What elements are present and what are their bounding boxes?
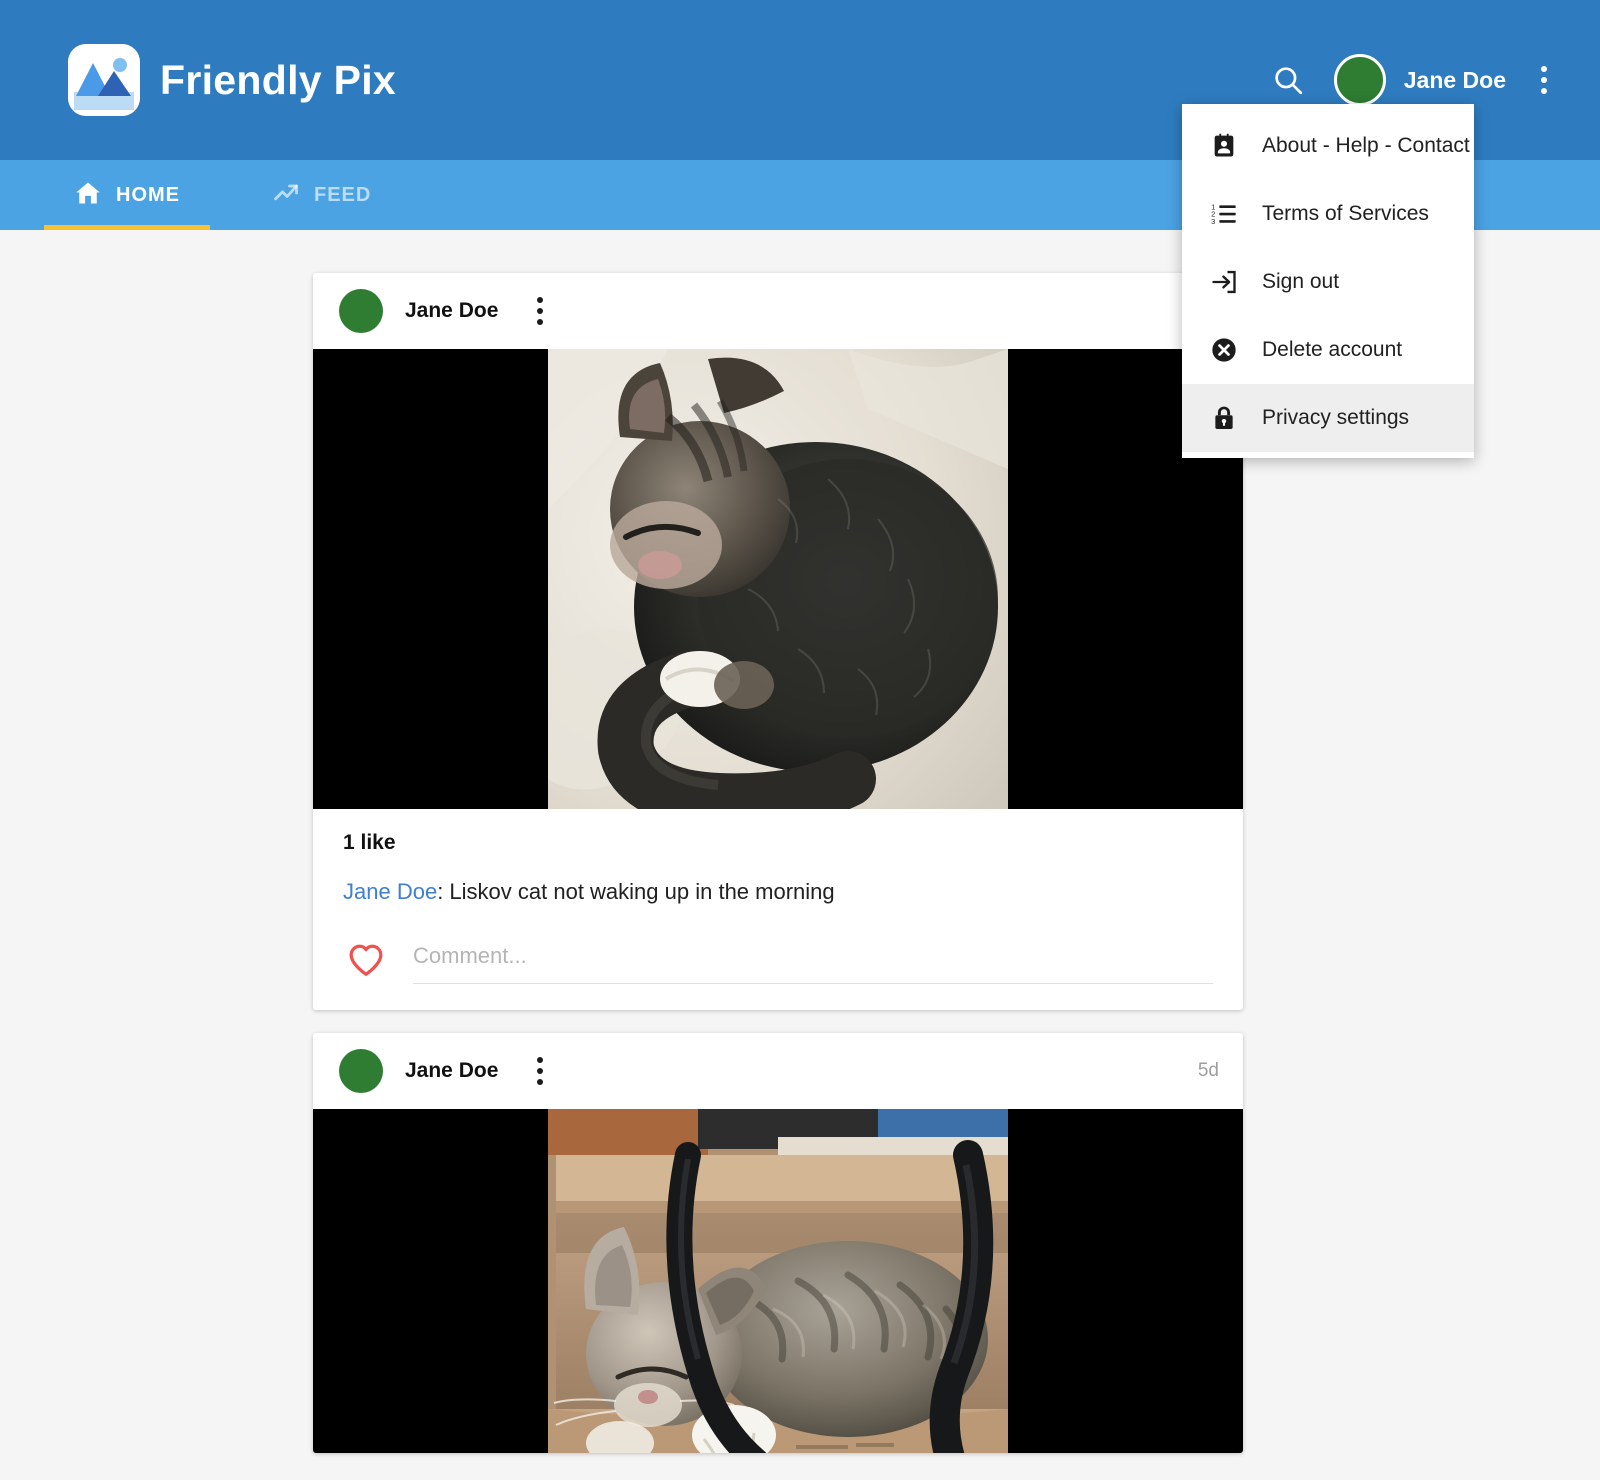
numbered-list-icon: 1 2 3 xyxy=(1208,198,1240,230)
post-caption: Jane Doe: Liskov cat not waking up in th… xyxy=(343,877,1213,907)
post-body: 1 like Jane Doe: Liskov cat not waking u… xyxy=(313,809,1243,1010)
menu-item-label: About - Help - Contact xyxy=(1262,134,1470,157)
post-author[interactable]: Jane Doe xyxy=(405,299,498,323)
search-icon[interactable] xyxy=(1264,56,1312,104)
user-name[interactable]: Jane Doe xyxy=(1404,67,1506,94)
caption-text: : Liskov cat not waking up in the mornin… xyxy=(437,879,835,904)
menu-item-sign-out[interactable]: Sign out xyxy=(1182,248,1474,316)
post-author[interactable]: Jane Doe xyxy=(405,1059,498,1083)
like-count: 1 like xyxy=(343,831,396,854)
svg-text:3: 3 xyxy=(1211,217,1215,226)
menu-item-delete-account[interactable]: Delete account xyxy=(1182,316,1474,384)
contact-badge-icon xyxy=(1208,130,1240,162)
post-more-vertical-icon[interactable] xyxy=(526,289,554,333)
tab-home[interactable]: HOME xyxy=(44,160,210,230)
photo-mountains-icon xyxy=(68,44,140,116)
close-circle-icon xyxy=(1208,334,1240,366)
post-image-inner xyxy=(548,349,1008,809)
caption-author-link[interactable]: Jane Doe xyxy=(343,879,437,904)
menu-item-label: Terms of Services xyxy=(1262,202,1429,225)
menu-item-privacy-settings[interactable]: Privacy settings xyxy=(1182,384,1474,452)
account-dropdown-menu: About - Help - Contact 1 2 3 Terms of Se… xyxy=(1182,104,1474,458)
menu-item-about-help-contact[interactable]: About - Help - Contact xyxy=(1182,112,1474,180)
home-icon xyxy=(74,179,102,212)
tab-feed-label: FEED xyxy=(314,183,372,206)
post-more-vertical-icon[interactable] xyxy=(526,1049,554,1093)
sign-out-icon xyxy=(1208,266,1240,298)
post-image[interactable] xyxy=(313,1109,1243,1453)
more-vertical-icon[interactable] xyxy=(1524,56,1564,104)
avatar[interactable] xyxy=(339,289,383,333)
tab-feed[interactable]: FEED xyxy=(250,160,393,230)
post-card: Jane Doe 1 like Jane Doe: Liskov cat not… xyxy=(313,273,1243,1010)
post-image[interactable] xyxy=(313,349,1243,809)
brand-logo-link[interactable]: Friendly Pix xyxy=(68,44,396,116)
post-card: Jane Doe 5d xyxy=(313,1033,1243,1453)
comment-row xyxy=(343,936,1213,1010)
brand-title: Friendly Pix xyxy=(160,56,397,103)
tab-home-label: HOME xyxy=(116,183,180,206)
menu-item-label: Sign out xyxy=(1262,270,1340,293)
heart-outline-icon[interactable] xyxy=(343,939,389,981)
avatar[interactable] xyxy=(339,1049,383,1093)
menu-item-label: Privacy settings xyxy=(1262,406,1410,429)
lock-icon xyxy=(1208,402,1240,434)
menu-item-terms-of-services[interactable]: 1 2 3 Terms of Services xyxy=(1182,180,1474,248)
menu-item-label: Delete account xyxy=(1262,338,1403,361)
avatar[interactable] xyxy=(1333,54,1386,106)
comment-input[interactable] xyxy=(413,936,1213,984)
post-header: Jane Doe xyxy=(313,273,1243,349)
trending-up-icon xyxy=(272,179,300,212)
post-timestamp: 5d xyxy=(1197,1060,1219,1081)
post-image-inner xyxy=(548,1109,1008,1453)
post-header: Jane Doe 5d xyxy=(313,1033,1243,1109)
